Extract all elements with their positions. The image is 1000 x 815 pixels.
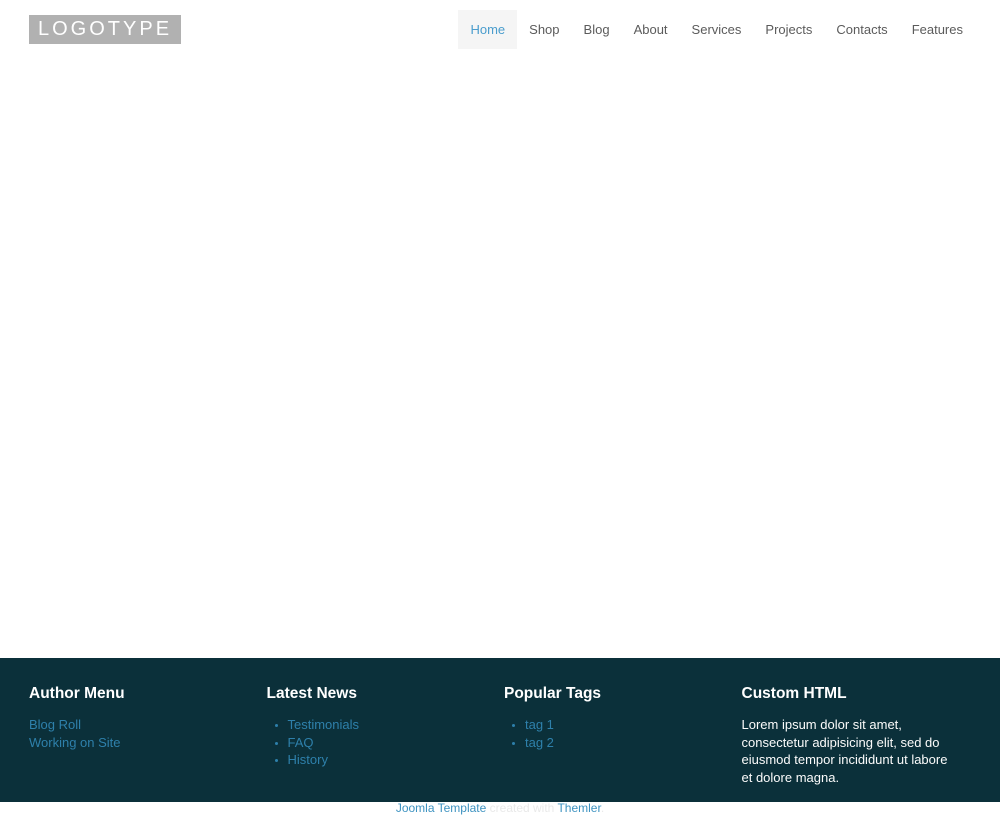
footer-link-blog-roll[interactable]: Blog Roll <box>29 716 245 734</box>
footer-heading-latest-news: Latest News <box>267 685 483 703</box>
themler-link[interactable]: Themler <box>557 801 600 815</box>
list-item: FAQ <box>288 734 483 752</box>
popular-tags-list: tag 1 tag 2 <box>504 716 720 751</box>
nav-link-services[interactable]: Services <box>680 10 754 49</box>
nav-link-blog[interactable]: Blog <box>572 10 622 49</box>
list-item: tag 1 <box>525 716 720 734</box>
footer-link-working-on-site[interactable]: Working on Site <box>29 734 245 752</box>
footer-col-custom-html: Custom HTML Lorem ipsum dolor sit amet, … <box>738 685 976 786</box>
nav-item-shop: Shop <box>517 10 571 49</box>
main-content <box>0 58 1000 658</box>
nav-item-contacts: Contacts <box>824 10 899 49</box>
footer-link-tag-2[interactable]: tag 2 <box>525 735 554 750</box>
footer-link-tag-1[interactable]: tag 1 <box>525 717 554 732</box>
list-item: Testimonials <box>288 716 483 734</box>
list-item: History <box>288 751 483 769</box>
site-footer: Author Menu Blog Roll Working on Site La… <box>0 658 1000 802</box>
footer-col-latest-news: Latest News Testimonials FAQ History <box>263 685 501 786</box>
nav-item-features: Features <box>900 10 975 49</box>
main-nav: Home Shop Blog About Services Projects C… <box>458 10 975 49</box>
nav-link-projects[interactable]: Projects <box>753 10 824 49</box>
footer-heading-author-menu: Author Menu <box>29 685 245 703</box>
nav-item-about: About <box>622 10 680 49</box>
nav-link-home[interactable]: Home <box>458 10 517 49</box>
footer-col-author-menu: Author Menu Blog Roll Working on Site <box>25 685 263 786</box>
nav-item-services: Services <box>680 10 754 49</box>
nav-link-contacts[interactable]: Contacts <box>824 10 899 49</box>
logo[interactable]: LOGOTYPE <box>29 15 181 44</box>
footer-credits: Joomla Template created with Themler. <box>0 786 1000 815</box>
custom-html-text: Lorem ipsum dolor sit amet, consectetur … <box>742 716 958 786</box>
nav-list: Home Shop Blog About Services Projects C… <box>458 10 975 49</box>
credits-suffix: . <box>601 801 604 815</box>
footer-heading-custom-html: Custom HTML <box>742 685 958 703</box>
nav-item-home: Home <box>458 10 517 49</box>
list-item: tag 2 <box>525 734 720 752</box>
nav-link-shop[interactable]: Shop <box>517 10 571 49</box>
nav-link-features[interactable]: Features <box>900 10 975 49</box>
credits-middle-text: created with <box>486 801 557 815</box>
nav-link-about[interactable]: About <box>622 10 680 49</box>
footer-link-history[interactable]: History <box>288 752 328 767</box>
joomla-template-link[interactable]: Joomla Template <box>396 801 487 815</box>
footer-columns: Author Menu Blog Roll Working on Site La… <box>25 685 975 786</box>
latest-news-list: Testimonials FAQ History <box>267 716 483 769</box>
nav-item-blog: Blog <box>572 10 622 49</box>
footer-link-testimonials[interactable]: Testimonials <box>288 717 360 732</box>
footer-col-popular-tags: Popular Tags tag 1 tag 2 <box>500 685 738 786</box>
site-header: LOGOTYPE Home Shop Blog About Services P… <box>0 0 1000 58</box>
footer-heading-popular-tags: Popular Tags <box>504 685 720 703</box>
header-container: LOGOTYPE Home Shop Blog About Services P… <box>25 0 975 58</box>
footer-link-faq[interactable]: FAQ <box>288 735 314 750</box>
nav-item-projects: Projects <box>753 10 824 49</box>
